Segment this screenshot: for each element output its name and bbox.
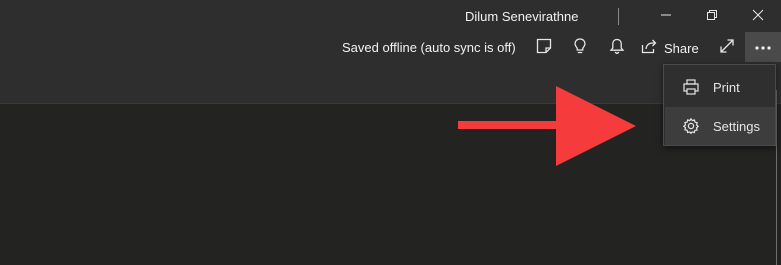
- share-label: Share: [664, 40, 699, 56]
- restore-button[interactable]: [692, 0, 732, 33]
- close-icon: [752, 8, 764, 26]
- share-icon: [640, 37, 658, 60]
- fullscreen-button[interactable]: [714, 34, 740, 62]
- title-separator: [618, 8, 619, 25]
- sync-status: Saved offline (auto sync is off): [342, 40, 516, 55]
- arrow-shaft: [458, 121, 558, 129]
- menu-item-label: Print: [713, 79, 740, 95]
- close-button[interactable]: [738, 0, 778, 33]
- printer-icon: [681, 77, 701, 97]
- minimize-button[interactable]: [646, 0, 686, 33]
- notes-icon: [535, 37, 553, 60]
- ideas-button[interactable]: [567, 34, 593, 62]
- user-name[interactable]: Dilum Senevirathne: [465, 9, 578, 24]
- more-options-menu: Print Settings: [663, 64, 776, 146]
- restore-icon: [706, 8, 718, 26]
- share-button[interactable]: Share: [640, 34, 700, 62]
- fullscreen-icon: [718, 37, 736, 60]
- more-icon: [754, 38, 772, 56]
- notifications-button[interactable]: [604, 34, 630, 62]
- more-options-button[interactable]: [745, 32, 781, 62]
- scrollbar[interactable]: [776, 90, 777, 265]
- minimize-icon: [660, 8, 672, 26]
- red-arrow-annotation: [458, 86, 636, 166]
- gear-icon: [681, 116, 701, 136]
- arrow-head: [556, 86, 636, 166]
- menu-item-settings[interactable]: Settings: [665, 107, 775, 145]
- bell-icon: [608, 37, 626, 60]
- menu-item-print[interactable]: Print: [665, 68, 775, 106]
- menu-item-label: Settings: [713, 118, 760, 134]
- lightbulb-icon: [571, 37, 589, 60]
- sticky-notes-button[interactable]: [531, 34, 557, 62]
